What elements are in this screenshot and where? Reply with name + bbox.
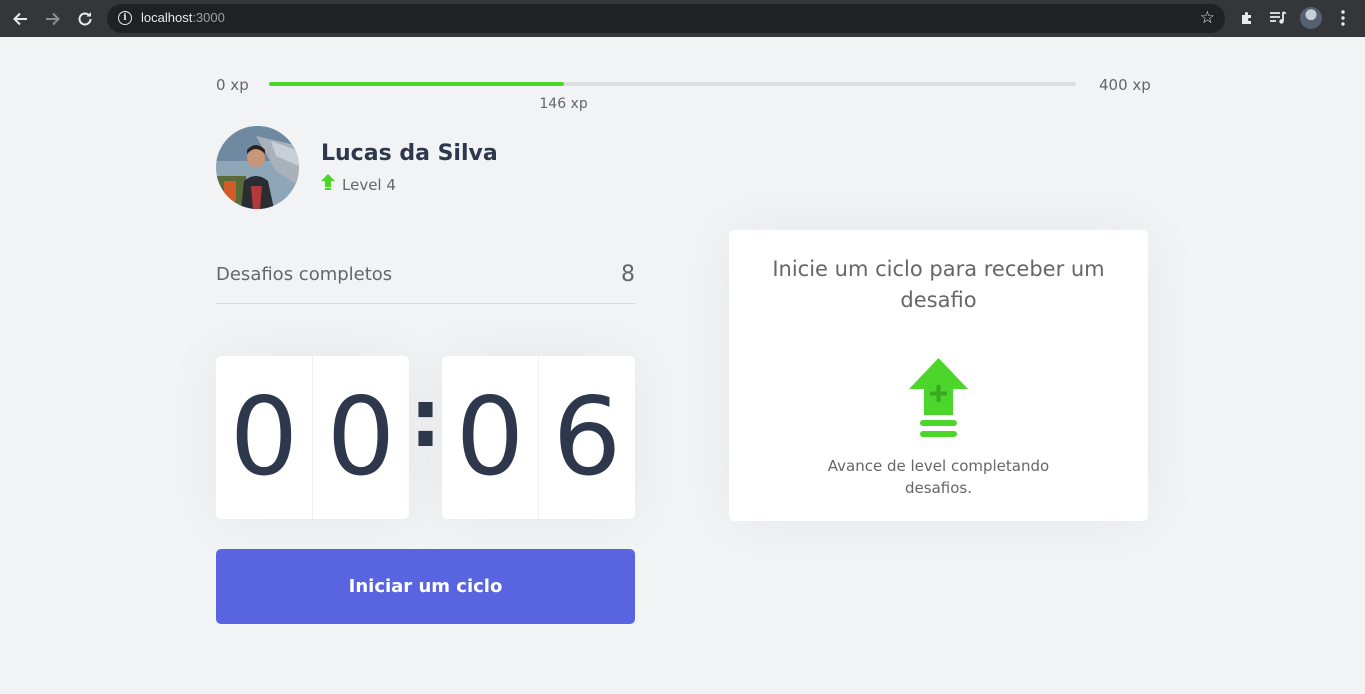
completed-challenges-count: 8 — [621, 262, 635, 287]
challenge-box-title: Inicie um ciclo para receber um desafio — [772, 257, 1105, 312]
xp-max-label: 400 xp — [1099, 76, 1151, 94]
forward-arrow-icon[interactable] — [41, 7, 65, 31]
back-arrow-icon[interactable] — [8, 7, 32, 31]
url-port: :3000 — [192, 10, 225, 25]
user-level: Level 4 — [342, 176, 396, 194]
xp-progress-fill — [269, 82, 564, 86]
url-host: localhost — [141, 10, 193, 25]
countdown-digit: 0 — [442, 356, 539, 519]
user-name: Lucas da Silva — [321, 141, 498, 166]
site-info-icon[interactable]: i — [118, 11, 132, 25]
xp-current-label: 146 xp — [539, 96, 588, 112]
address-bar[interactable]: i localhost:3000 ☆ — [107, 4, 1225, 33]
countdown-seconds: 0 6 — [442, 356, 635, 519]
challenge-box-description: Avance de level completando desafios. — [827, 457, 1050, 497]
countdown-digit: 0 — [326, 374, 396, 500]
bookmark-star-icon[interactable]: ☆ — [1200, 8, 1215, 28]
xp-min-label: 0 xp — [216, 76, 249, 94]
menu-dots-icon[interactable] — [1332, 7, 1354, 29]
url-text: localhost:3000 — [141, 10, 225, 25]
reload-icon[interactable] — [73, 7, 97, 31]
playlist-music-icon[interactable] — [1267, 7, 1289, 29]
divider — [216, 303, 635, 304]
browser-toolbar: i localhost:3000 ☆ — [0, 0, 1365, 37]
countdown-minutes: 0 0 — [216, 356, 409, 519]
puzzle-piece-icon[interactable] — [1236, 7, 1258, 29]
xp-progress-bar — [269, 82, 1076, 86]
profile-avatar — [216, 126, 299, 209]
completed-challenges-label: Desafios completos — [216, 264, 393, 285]
countdown-digit: 6 — [552, 374, 622, 500]
profile-avatar-icon[interactable] — [1300, 7, 1322, 29]
start-cycle-button[interactable]: Iniciar um ciclo — [216, 549, 635, 624]
countdown-separator: : — [409, 372, 442, 465]
countdown-digit: 0 — [216, 356, 313, 519]
level-up-icon — [909, 358, 968, 437]
challenge-box: Inicie um ciclo para receber um desafio … — [729, 230, 1148, 521]
level-up-arrow-icon — [321, 174, 335, 190]
